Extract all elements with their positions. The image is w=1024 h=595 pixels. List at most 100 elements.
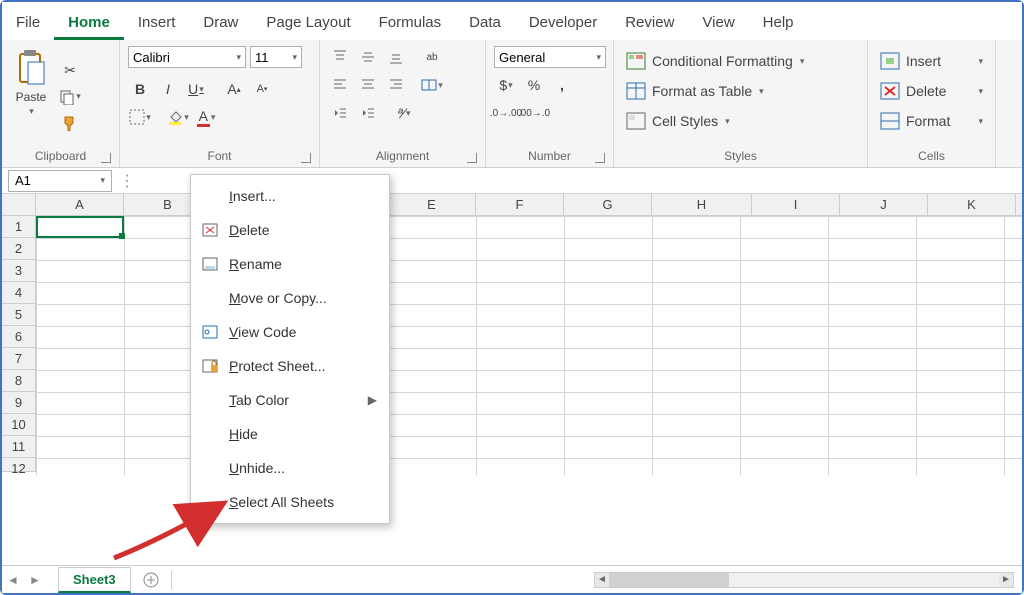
scroll-thumb[interactable]: [609, 573, 729, 587]
format-cells-icon: [880, 112, 900, 130]
tab-home[interactable]: Home: [54, 8, 124, 40]
ctx-tab-color[interactable]: Tab Color▶: [191, 383, 389, 417]
sheet-nav-next[interactable]: ►: [24, 573, 46, 587]
col-header[interactable]: E: [388, 194, 476, 215]
merge-button[interactable]: ▾: [420, 74, 444, 96]
percent-button[interactable]: %: [522, 74, 546, 96]
ctx-insert[interactable]: Insert...: [191, 179, 389, 213]
bold-button[interactable]: B: [128, 78, 152, 100]
format-painter-button[interactable]: [58, 112, 82, 134]
new-sheet-button[interactable]: [139, 568, 163, 592]
tab-insert[interactable]: Insert: [124, 8, 190, 40]
orientation-button[interactable]: ª⁄▾: [392, 102, 416, 124]
bucket-icon: [167, 109, 183, 125]
ctx-hide[interactable]: Hide: [191, 417, 389, 451]
decrease-font-button[interactable]: A▾: [250, 78, 274, 100]
col-header[interactable]: I: [752, 194, 840, 215]
ctx-select-all-sheets[interactable]: Select All Sheets: [191, 485, 389, 519]
ctx-label: View Code: [229, 324, 296, 340]
col-header[interactable]: F: [476, 194, 564, 215]
dialog-launcher-icon[interactable]: [101, 153, 111, 163]
tab-help[interactable]: Help: [749, 8, 808, 40]
number-label: Number: [528, 149, 571, 163]
cut-button[interactable]: ✂: [58, 60, 82, 82]
decrease-indent-button[interactable]: [328, 102, 352, 124]
tab-file[interactable]: File: [2, 8, 54, 40]
row-header[interactable]: 3: [2, 260, 36, 282]
increase-decimal-button[interactable]: .0→.00: [494, 102, 518, 124]
conditional-formatting-button[interactable]: Conditional Formatting▾: [622, 50, 859, 72]
align-bottom-button[interactable]: [384, 46, 408, 68]
align-top-button[interactable]: [328, 46, 352, 68]
scroll-right-icon[interactable]: ►: [999, 573, 1013, 587]
row-header[interactable]: 4: [2, 282, 36, 304]
tab-review[interactable]: Review: [611, 8, 688, 40]
accounting-button[interactable]: $▾: [494, 74, 518, 96]
tab-formulas[interactable]: Formulas: [365, 8, 456, 40]
tab-page-layout[interactable]: Page Layout: [252, 8, 364, 40]
insert-cells-button[interactable]: Insert▾: [876, 50, 987, 72]
row-headers: 1 2 3 4 5 6 7 8 9 10 11 12: [2, 216, 36, 476]
align-center-button[interactable]: [356, 74, 380, 96]
sheet-nav-prev[interactable]: ◄: [2, 573, 24, 587]
wrap-text-button[interactable]: ab: [420, 46, 444, 68]
cell-area[interactable]: [36, 216, 1022, 476]
scroll-left-icon[interactable]: ◄: [595, 573, 609, 587]
tab-data[interactable]: Data: [455, 8, 515, 40]
underline-button[interactable]: U▾: [184, 78, 208, 100]
ctx-rename[interactable]: Rename: [191, 247, 389, 281]
row-header[interactable]: 12: [2, 458, 36, 472]
col-header[interactable]: G: [564, 194, 652, 215]
row-header[interactable]: 11: [2, 436, 36, 458]
ctx-protect-sheet[interactable]: Protect Sheet...: [191, 349, 389, 383]
font-size-combo[interactable]: 11▾: [250, 46, 302, 68]
ctx-label: Unhide...: [229, 460, 285, 476]
brush-icon: [62, 115, 78, 131]
select-all-corner[interactable]: [2, 194, 36, 215]
name-box[interactable]: A1▾: [8, 170, 112, 192]
tab-developer[interactable]: Developer: [515, 8, 611, 40]
increase-font-button[interactable]: A▴: [222, 78, 246, 100]
ctx-unhide[interactable]: Unhide...: [191, 451, 389, 485]
comma-button[interactable]: ,: [550, 74, 574, 96]
delete-cells-button[interactable]: Delete▾: [876, 80, 987, 102]
font-name-combo[interactable]: Calibri▾: [128, 46, 246, 68]
format-as-table-button[interactable]: Format as Table▾: [622, 80, 859, 102]
row-header[interactable]: 10: [2, 414, 36, 436]
decrease-decimal-button[interactable]: .00→.0: [522, 102, 546, 124]
row-header[interactable]: 6: [2, 326, 36, 348]
col-header[interactable]: A: [36, 194, 124, 215]
row-header[interactable]: 9: [2, 392, 36, 414]
cell-styles-button[interactable]: Cell Styles▾: [622, 110, 859, 132]
dialog-launcher-icon[interactable]: [595, 153, 605, 163]
number-format-combo[interactable]: General▾: [494, 46, 606, 68]
row-header[interactable]: 8: [2, 370, 36, 392]
copy-button[interactable]: ▾: [58, 86, 82, 108]
ctx-move-copy[interactable]: Move or Copy...: [191, 281, 389, 315]
align-left-button[interactable]: [328, 74, 352, 96]
row-header[interactable]: 2: [2, 238, 36, 260]
ctx-delete[interactable]: Delete: [191, 213, 389, 247]
col-header[interactable]: H: [652, 194, 752, 215]
align-middle-button[interactable]: [356, 46, 380, 68]
dialog-launcher-icon[interactable]: [467, 153, 477, 163]
tab-view[interactable]: View: [688, 8, 748, 40]
row-header[interactable]: 1: [2, 216, 36, 238]
font-color-button[interactable]: A▾: [194, 106, 218, 128]
dialog-launcher-icon[interactable]: [301, 153, 311, 163]
fill-color-button[interactable]: ▾: [166, 106, 190, 128]
borders-button[interactable]: ▾: [128, 106, 152, 128]
format-cells-button[interactable]: Format▾: [876, 110, 987, 132]
horizontal-scrollbar[interactable]: ◄ ►: [594, 572, 1014, 588]
row-header[interactable]: 7: [2, 348, 36, 370]
increase-indent-button[interactable]: [356, 102, 380, 124]
sheet-tab-active[interactable]: Sheet3: [58, 567, 131, 593]
tab-draw[interactable]: Draw: [189, 8, 252, 40]
paste-button[interactable]: Paste ▾: [10, 46, 52, 147]
italic-button[interactable]: I: [156, 78, 180, 100]
col-header[interactable]: J: [840, 194, 928, 215]
col-header[interactable]: K: [928, 194, 1016, 215]
ctx-view-code[interactable]: View Code: [191, 315, 389, 349]
row-header[interactable]: 5: [2, 304, 36, 326]
align-right-button[interactable]: [384, 74, 408, 96]
